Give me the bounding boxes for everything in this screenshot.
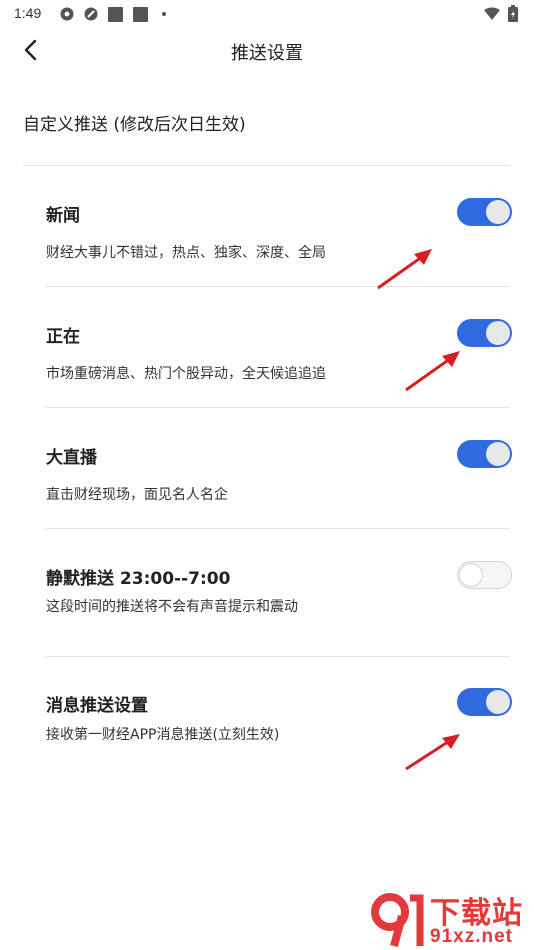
page-title: 推送设置 <box>231 43 303 64</box>
wifi-icon <box>484 7 500 20</box>
status-bar: 1:49 <box>0 0 534 28</box>
divider <box>46 407 510 408</box>
toggle-silent-push[interactable] <box>457 561 512 589</box>
toggle-knob <box>486 442 510 466</box>
more-notifications-icon <box>162 12 166 16</box>
setting-title-message-push: 消息推送设置 <box>46 696 148 716</box>
toggle-news[interactable] <box>457 198 512 226</box>
setting-title-live-now: 正在 <box>46 327 80 347</box>
setting-desc-live-now: 市场重磅消息、热门个股异动，全天候追追追 <box>46 366 326 382</box>
setting-desc-message-push: 接收第一财经APP消息推送(立刻生效) <box>46 727 280 743</box>
setting-title-silent-push: 静默推送 23:00--7:00 <box>46 569 231 589</box>
battery-icon <box>508 5 518 22</box>
setting-desc-news: 财经大事儿不错过，热点、独家、深度、全局 <box>46 245 326 261</box>
setting-desc-big-live: 直击财经现场，面见名人名企 <box>46 487 228 503</box>
divider <box>46 528 510 529</box>
app-notification-icon <box>60 7 74 21</box>
toggle-knob <box>459 563 483 587</box>
toggle-big-live[interactable] <box>457 440 512 468</box>
setting-title-news: 新闻 <box>46 206 80 226</box>
toggle-knob <box>486 321 510 345</box>
status-time: 1:49 <box>14 5 42 21</box>
divider <box>46 286 510 287</box>
divider <box>23 165 510 166</box>
app-notification-icon <box>84 7 98 21</box>
section-header: 自定义推送 (修改后次日生效) <box>23 115 246 135</box>
toggle-knob <box>486 690 510 714</box>
app-notification-icon <box>133 7 148 22</box>
nav-bar: 推送设置 <box>0 28 534 72</box>
annotation-arrow-icon <box>405 734 460 771</box>
annotation-arrow-icon <box>405 351 460 392</box>
watermark-domain: 91xz.net <box>430 926 513 947</box>
toggle-knob <box>486 200 510 224</box>
app-notification-icon <box>108 7 123 22</box>
watermark-logo: 下载站 91xz.net <box>368 886 534 950</box>
divider <box>46 656 510 657</box>
toggle-message-push[interactable] <box>457 688 512 716</box>
annotation-arrow-icon <box>377 249 432 290</box>
watermark-mark-icon <box>371 893 424 948</box>
setting-desc-silent-push: 这段时间的推送将不会有声音提示和震动 <box>46 599 298 615</box>
setting-title-big-live: 大直播 <box>46 448 97 468</box>
